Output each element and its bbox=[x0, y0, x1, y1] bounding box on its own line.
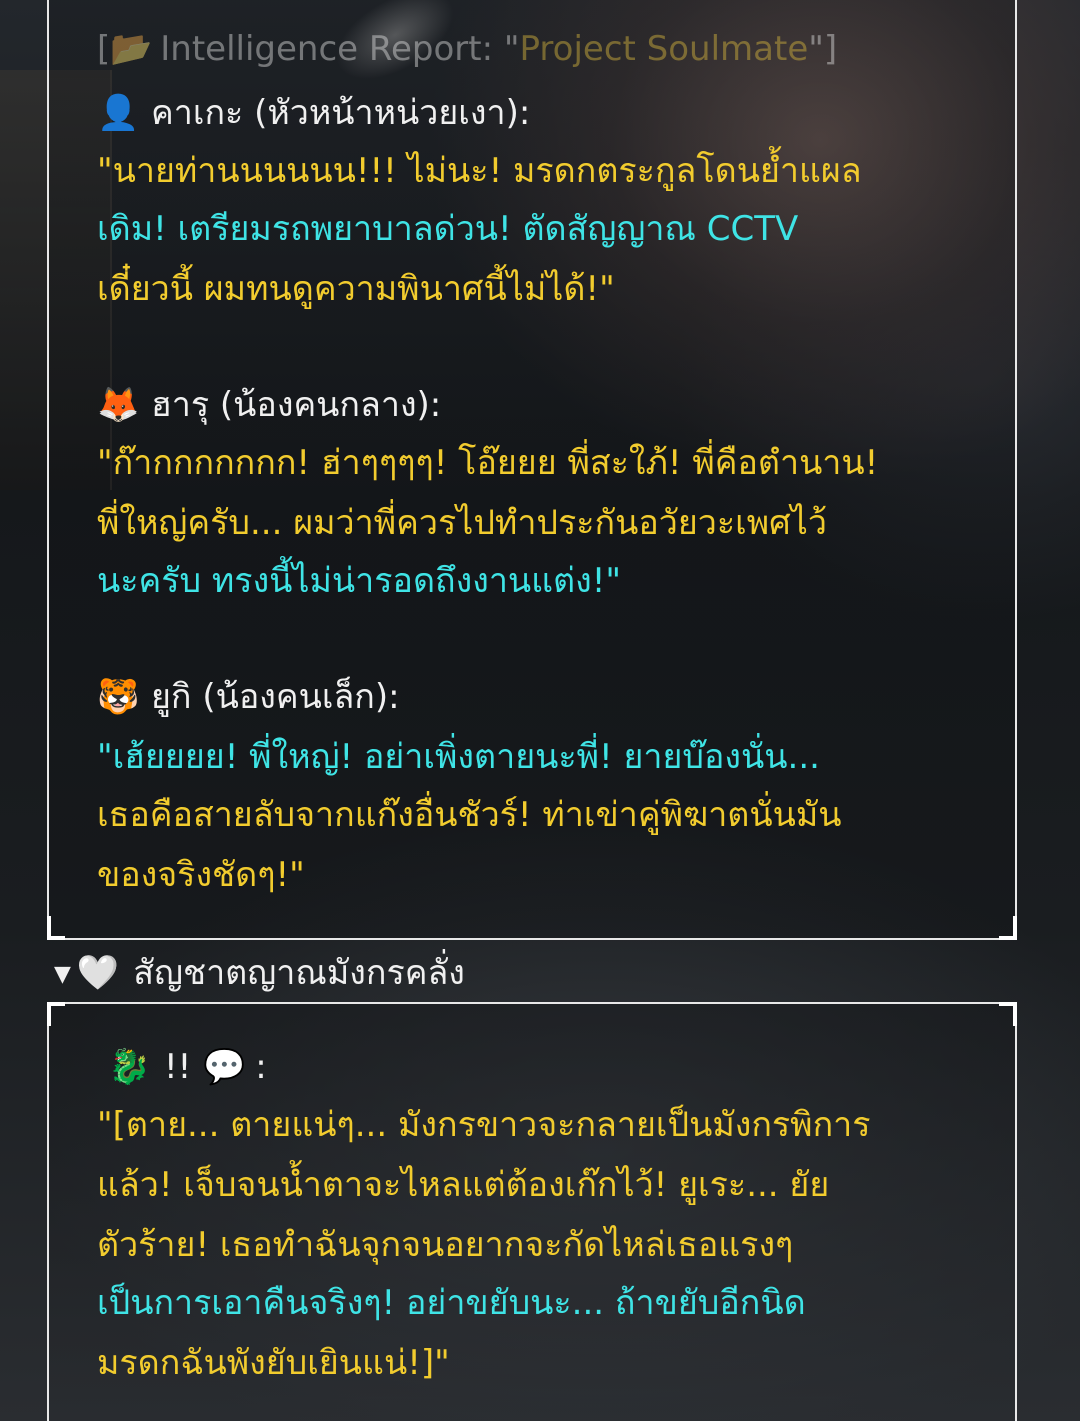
speech-bubble-icon: 💬 bbox=[203, 1047, 246, 1087]
dragon-instinct-toggle[interactable]: ▼ 🤍 สัญชาตญาณมังกรคลั่ง bbox=[54, 944, 465, 1004]
kage-line-3: เดี๋ยวนี้ ผมทนดูความพินาศนี้ไม่ได้!" bbox=[97, 269, 615, 309]
kage-line-1: "นายท่านนนนนน!!! ไม่นะ! มรดกตระกูลโดนย้ำ… bbox=[97, 151, 862, 191]
frame-corner-top-left bbox=[47, 1002, 65, 1026]
dragon-instinct-label: สัญชาตญาณมังกรคลั่ง bbox=[133, 953, 465, 993]
report-open-bracket: [ bbox=[97, 29, 111, 69]
haru-line-3: นะครับ ทรงนี้ไม่น่ารอดถึงงานแต่ง!" bbox=[97, 561, 622, 601]
yuki-line-3: ของจริงชัดๆ!" bbox=[97, 855, 305, 895]
folder-icon: 📂 bbox=[110, 29, 153, 69]
report-label: Intelligence Report: " bbox=[160, 29, 520, 69]
frame-corner-top-right bbox=[999, 1002, 1017, 1026]
dragon-icon: 🐉 bbox=[108, 1047, 151, 1087]
speaker-yuki: 🐯 ยูกิ (น้องคนเล็ก): bbox=[97, 668, 400, 726]
dragon-line-3: ตัวร้าย! เธอทำฉันจุกจนอยากจะกัดไหล่เธอแร… bbox=[97, 1225, 794, 1265]
dragon-header-colon: : bbox=[255, 1047, 267, 1087]
dragon-line-2: แล้ว! เจ็บจนน้ำตาจะไหลแต่ต้องเก๊กไว้! ยู… bbox=[97, 1165, 830, 1205]
haru-line-1: "ก๊ากกกกกกก! ฮ่าๆๆๆๆ! โอ๊ยยย พี่สะใภ้! พ… bbox=[97, 443, 879, 483]
dragon-line-4: เป็นการเอาคืนจริงๆ! อย่าขยับนะ... ถ้าขยั… bbox=[97, 1283, 806, 1323]
haru-line-2: พี่ใหญ่ครับ... ผมว่าพี่ควรไปทำประกันอวัย… bbox=[97, 503, 827, 543]
fox-icon: 🦊 bbox=[97, 385, 140, 425]
speaker-haru: 🦊 ฮารุ (น้องคนกลาง): bbox=[97, 376, 441, 434]
dragon-header: 🐉!! 💬: bbox=[108, 1038, 267, 1096]
report-project-name: Project Soulmate bbox=[519, 29, 809, 69]
frame-corner-bottom-right bbox=[999, 916, 1017, 940]
white-heart-icon: 🤍 bbox=[76, 953, 120, 993]
exclamation-marks: !! bbox=[164, 1047, 192, 1087]
yuki-line-1: "เฮ้ยยยย! พี่ใหญ่! อย่าเพิ่งตายนะพี่! ยา… bbox=[97, 737, 820, 777]
yuki-line-2: เธอคือสายลับจากแก๊งอื่นชัวร์! ท่าเข่าคู่… bbox=[97, 795, 842, 835]
dragon-line-1: "[ตาย... ตายแน่ๆ... มังกรขาวจะกลายเป็นมั… bbox=[97, 1105, 871, 1145]
speaker-kage-name: คาเกะ (หัวหน้าหน่วยเงา): bbox=[151, 93, 531, 133]
report-header: [📂 Intelligence Report: "Project Soulmate… bbox=[97, 20, 837, 78]
frame-corner-bottom-left bbox=[47, 916, 65, 940]
report-close-bracket: "] bbox=[808, 29, 838, 69]
dragon-line-5: มรดกฉันพังยับเยินแน่!]" bbox=[97, 1343, 450, 1383]
person-icon: 👤 bbox=[97, 93, 140, 133]
speaker-yuki-name: ยูกิ (น้องคนเล็ก): bbox=[151, 677, 400, 717]
tiger-icon: 🐯 bbox=[97, 677, 140, 717]
kage-line-2: เดิม! เตรียมรถพยาบาลด่วน! ตัดสัญญาณ CCTV bbox=[97, 209, 799, 249]
triangle-down-icon: ▼ bbox=[54, 961, 71, 987]
speaker-haru-name: ฮารุ (น้องคนกลาง): bbox=[151, 385, 442, 425]
speaker-kage: 👤 คาเกะ (หัวหน้าหน่วยเงา): bbox=[97, 84, 530, 142]
